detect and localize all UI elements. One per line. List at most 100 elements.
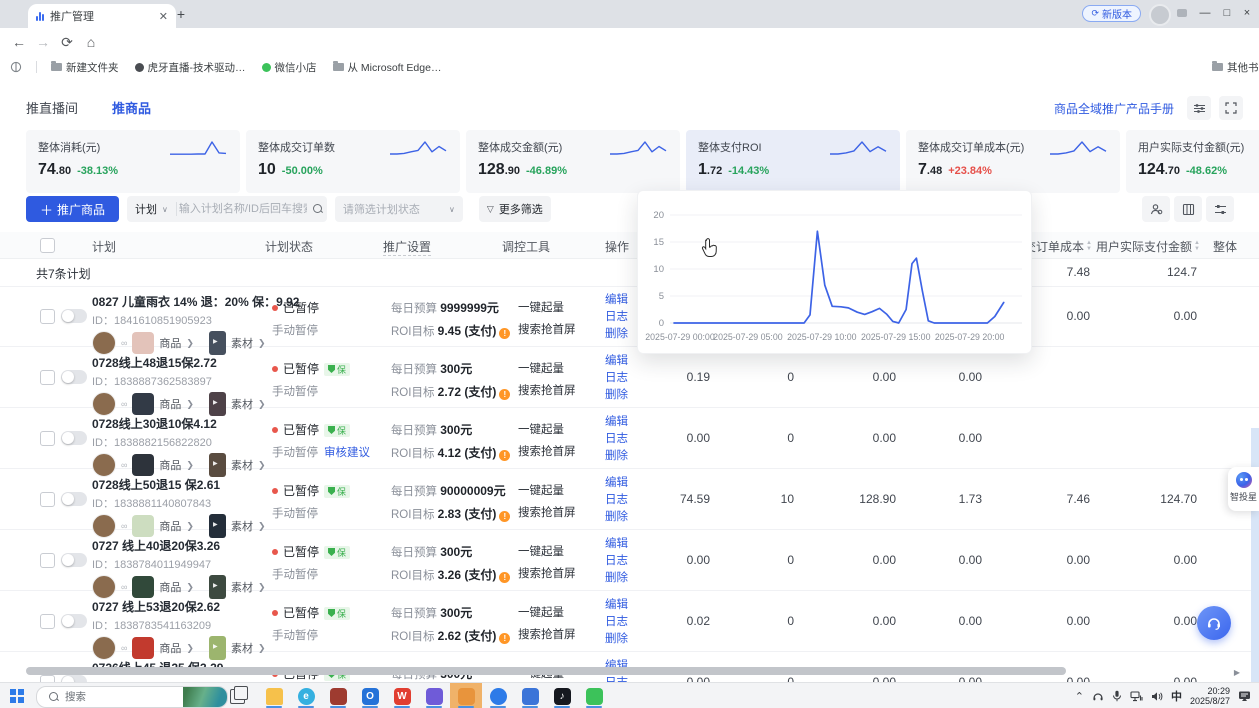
taskbar-app-edge-browser[interactable]: e — [290, 683, 322, 708]
plan-status-select[interactable]: 请筛选计划状态∨ — [335, 196, 463, 222]
headset-tray-icon[interactable] — [1092, 691, 1104, 702]
tool-boost-link[interactable]: 一键起量 — [518, 604, 608, 620]
scrollbar-thumb[interactable] — [26, 667, 1066, 675]
tool-boost-link[interactable]: 一键起量 — [518, 482, 608, 498]
log-link[interactable]: 日志 — [605, 493, 655, 508]
tool-search-link[interactable]: 搜索抢首屏 — [518, 382, 608, 398]
taskbar-app-green-app[interactable] — [578, 683, 610, 708]
log-link[interactable]: 日志 — [605, 371, 655, 386]
tool-boost-link[interactable]: 一键起量 — [518, 543, 608, 559]
delete-link[interactable]: 删除 — [605, 571, 655, 586]
tab-close-icon[interactable]: ✕ — [159, 10, 168, 23]
edit-link[interactable]: 编辑 — [605, 537, 655, 552]
taskbar-app-dev-app[interactable] — [514, 683, 546, 708]
sort-icon[interactable]: ▲▼ — [1194, 240, 1200, 252]
stat-card-4[interactable]: 整体成交订单成本(元)7.48+23.84% — [906, 130, 1120, 193]
bookmark-item[interactable]: 虎牙直播-技术驱动… — [135, 60, 246, 75]
row-checkbox[interactable] — [40, 431, 55, 446]
row-enable-toggle[interactable] — [61, 675, 87, 682]
stat-card-1[interactable]: 整体成交订单数10-50.00% — [246, 130, 460, 193]
roi-warning-icon[interactable]: ! — [499, 389, 510, 400]
col-actions[interactable]: 操作 — [605, 238, 629, 255]
home-button[interactable]: ⌂ — [80, 31, 102, 53]
tray-clock[interactable]: 20:29 2025/8/27 — [1190, 686, 1230, 706]
row-enable-toggle[interactable] — [61, 309, 87, 323]
taskbar-app-work-app[interactable] — [322, 683, 354, 708]
taskbar-search-input[interactable] — [63, 690, 157, 704]
roi-warning-icon[interactable]: ! — [499, 633, 510, 644]
product-manual-link[interactable]: 商品全域推广产品手册 — [1054, 100, 1174, 117]
taskbar-app-file-explorer[interactable] — [258, 683, 290, 708]
tab-products[interactable]: 推商品 — [112, 98, 151, 117]
col-tools[interactable]: 调控工具 — [502, 238, 550, 255]
bookmark-item[interactable]: 新建文件夹 — [51, 60, 119, 75]
row-checkbox[interactable] — [40, 370, 55, 385]
start-button[interactable] — [10, 689, 24, 703]
tool-search-link[interactable]: 搜索抢首屏 — [518, 504, 608, 520]
edit-link[interactable]: 编辑 — [605, 415, 655, 430]
col-settings[interactable]: 推广设置 — [383, 238, 431, 256]
roi-warning-icon[interactable]: ! — [499, 328, 510, 339]
row-enable-toggle[interactable] — [61, 431, 87, 445]
col-status[interactable]: 计划状态 — [265, 238, 313, 255]
settings-tune-icon[interactable] — [1187, 96, 1211, 120]
row-enable-toggle[interactable] — [61, 614, 87, 628]
roi-warning-icon[interactable]: ! — [499, 572, 510, 583]
stat-card-3[interactable]: 整体支付ROI1.72-14.43% — [686, 130, 900, 193]
tool-boost-link[interactable]: 一键起量 — [518, 421, 608, 437]
row-checkbox[interactable] — [40, 309, 55, 324]
stat-card-0[interactable]: 整体消耗(元)74.80-38.13% — [26, 130, 240, 193]
edit-link[interactable]: 编辑 — [605, 598, 655, 613]
col-plan[interactable]: 计划 — [92, 238, 116, 255]
log-link[interactable]: 日志 — [605, 554, 655, 569]
plan-search-input[interactable] — [177, 202, 309, 216]
delete-link[interactable]: 删除 — [605, 388, 655, 403]
weather-widget-thumbnail[interactable] — [183, 687, 227, 707]
ime-indicator[interactable]: 中 — [1171, 688, 1182, 704]
search-icon[interactable] — [313, 204, 323, 214]
microphone-icon[interactable] — [1112, 690, 1122, 702]
tray-expand-icon[interactable]: ⌃ — [1075, 690, 1084, 703]
edit-link[interactable]: 编辑 — [605, 354, 655, 369]
browser-profile-avatar[interactable] — [1149, 4, 1171, 26]
new-tab-button[interactable]: + — [172, 6, 190, 24]
plan-type-select[interactable]: 计划∨ — [127, 196, 176, 222]
row-enable-toggle[interactable] — [61, 553, 87, 567]
log-link[interactable]: 日志 — [605, 615, 655, 630]
task-view-icon[interactable] — [230, 689, 245, 704]
back-button[interactable]: ← — [8, 31, 30, 53]
browser-tab[interactable]: 推广管理 ✕ — [28, 4, 176, 28]
scroll-right-arrow[interactable]: ▶ — [1234, 668, 1240, 677]
row-checkbox[interactable] — [40, 614, 55, 629]
tool-boost-link[interactable]: 一键起量 — [518, 360, 608, 376]
customer-service-button[interactable] — [1197, 606, 1231, 640]
bookmark-item[interactable]: 从 Microsoft Edge… — [333, 60, 442, 75]
roi-warning-icon[interactable]: ! — [499, 511, 510, 522]
taskbar-search[interactable] — [36, 686, 228, 708]
log-link[interactable]: 日志 — [605, 432, 655, 447]
bookmark-item[interactable]: 微信小店 — [262, 60, 317, 75]
taskbar-app-douyin[interactable]: ♪ — [546, 683, 578, 708]
row-checkbox[interactable] — [40, 675, 55, 682]
taskbar-app-qianchuan-browser[interactable] — [450, 683, 482, 708]
tab-live-room[interactable]: 推直播间 — [26, 98, 78, 117]
tool-search-link[interactable]: 搜索抢首屏 — [518, 321, 608, 337]
row-checkbox[interactable] — [40, 492, 55, 507]
fullscreen-icon[interactable] — [1219, 96, 1243, 120]
promote-product-button[interactable]: ＋推广商品 — [26, 196, 119, 222]
column-settings-icon[interactable] — [1174, 196, 1202, 222]
taskbar-app-outlook[interactable]: O — [354, 683, 386, 708]
other-bookmarks-button[interactable]: 其他书签 — [1212, 60, 1259, 75]
volume-icon[interactable] — [1151, 691, 1163, 702]
tool-boost-link[interactable]: 一键起量 — [518, 299, 608, 315]
col-next-clipped[interactable]: 整体 — [1213, 238, 1237, 255]
taskbar-app-blue-circle-app[interactable] — [482, 683, 514, 708]
delete-link[interactable]: 删除 — [605, 632, 655, 647]
stat-card-5[interactable]: 用户实际支付金额(元)124.70-48.62% — [1126, 130, 1259, 193]
horizontal-scrollbar[interactable]: ▶ — [26, 666, 1240, 676]
delete-link[interactable]: 删除 — [605, 449, 655, 464]
new-version-badge[interactable]: ⟳ 新版本 — [1082, 5, 1141, 22]
col-user-paid[interactable]: 用户实际支付金额▲▼ — [1090, 238, 1200, 255]
taskbar-app-wps-office[interactable]: W — [386, 683, 418, 708]
custom-metrics-icon[interactable] — [1206, 196, 1234, 222]
